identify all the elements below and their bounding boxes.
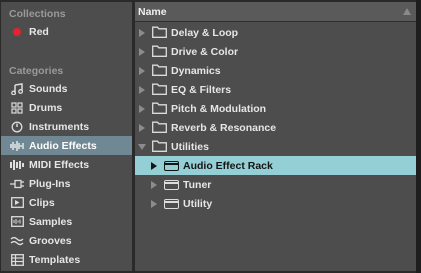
samples-icon	[7, 212, 27, 231]
folder-row-delay-loop[interactable]: Delay & Loop	[135, 23, 416, 42]
device-label: Tuner	[183, 178, 212, 191]
folder-icon	[152, 45, 167, 57]
expand-arrow-icon[interactable]	[151, 199, 157, 208]
folder-icon	[152, 102, 167, 114]
category-item-label: Sounds	[29, 82, 68, 95]
grooves-icon	[7, 231, 27, 250]
expand-arrow-icon[interactable]	[139, 47, 145, 56]
folder-icon	[152, 64, 167, 76]
category-item-label: Drums	[29, 101, 63, 114]
folder-icon	[152, 26, 167, 38]
folder-label: Reverb & Resonance	[171, 121, 277, 134]
category-item-label: Samples	[29, 215, 73, 228]
categories-header: Categories	[9, 65, 64, 77]
category-item-plug-ins[interactable]: Plug-Ins	[1, 174, 132, 193]
category-item-clips[interactable]: Clips	[1, 193, 132, 212]
category-item-label: Plug-Ins	[29, 177, 71, 190]
device-row-utility[interactable]: Utility	[135, 194, 416, 213]
collection-item-label: Red	[29, 25, 49, 38]
device-label: Audio Effect Rack	[183, 159, 273, 172]
category-item-label: MIDI Effects	[29, 158, 90, 171]
device-row-tuner[interactable]: Tuner	[135, 175, 416, 194]
sort-ascending-icon	[403, 8, 411, 15]
category-item-samples[interactable]: Samples	[1, 212, 132, 231]
name-column-header[interactable]: Name	[135, 2, 416, 22]
audio-effects-icon	[7, 136, 27, 155]
category-item-midi-effects[interactable]: MIDI Effects	[1, 155, 132, 174]
rack-device-icon	[164, 161, 179, 171]
folder-row-dynamics[interactable]: Dynamics	[135, 61, 416, 80]
folder-label: Pitch & Modulation	[171, 102, 267, 115]
folder-icon	[152, 83, 167, 95]
browser-window: Collections Red Categories Sounds Drums …	[0, 0, 421, 273]
folder-label: Delay & Loop	[171, 26, 239, 39]
drums-icon	[7, 98, 27, 117]
folder-row-reverb-resonance[interactable]: Reverb & Resonance	[135, 118, 416, 137]
device-row-audio-effect-rack[interactable]: Audio Effect Rack	[135, 156, 416, 175]
category-item-label: Clips	[29, 196, 55, 209]
browser-content-pane: Name Delay & Loop Drive & Color Dynamics…	[135, 2, 416, 271]
category-item-label: Templates	[29, 253, 81, 266]
templates-icon	[7, 250, 27, 269]
device-label: Utility	[183, 197, 213, 210]
category-item-sounds[interactable]: Sounds	[1, 79, 132, 98]
red-color-dot-icon	[7, 22, 27, 41]
collection-item-red[interactable]: Red	[1, 22, 132, 41]
plug-ins-icon	[7, 174, 27, 193]
folder-label: Utilities	[171, 140, 209, 153]
column-header-label: Name	[138, 5, 167, 18]
folder-row-utilities[interactable]: Utilities	[135, 137, 416, 156]
category-item-drums[interactable]: Drums	[1, 98, 132, 117]
folder-row-drive-color[interactable]: Drive & Color	[135, 42, 416, 61]
browser-sidebar: Collections Red Categories Sounds Drums …	[1, 2, 132, 271]
device-icon	[164, 180, 179, 190]
category-item-label: Instruments	[29, 120, 90, 133]
category-item-instruments[interactable]: Instruments	[1, 117, 132, 136]
expand-arrow-icon[interactable]	[139, 66, 145, 75]
category-item-templates[interactable]: Templates	[1, 250, 132, 269]
folder-label: EQ & Filters	[171, 83, 232, 96]
expand-arrow-icon[interactable]	[151, 161, 157, 170]
category-item-audio-effects[interactable]: Audio Effects	[1, 136, 132, 155]
folder-row-pitch-modulation[interactable]: Pitch & Modulation	[135, 99, 416, 118]
expand-arrow-icon[interactable]	[139, 104, 145, 113]
device-icon	[164, 199, 179, 209]
folder-label: Dynamics	[171, 64, 221, 77]
collections-header: Collections	[9, 8, 66, 20]
folder-icon	[152, 121, 167, 133]
midi-effects-icon	[7, 155, 27, 174]
window-frame-edge	[416, 0, 421, 273]
instruments-icon	[7, 117, 27, 136]
expand-arrow-icon[interactable]	[139, 28, 145, 37]
expand-arrow-icon[interactable]	[139, 85, 145, 94]
expand-arrow-icon[interactable]	[139, 123, 145, 132]
folder-icon	[152, 140, 167, 152]
collapse-arrow-icon[interactable]	[138, 143, 146, 150]
category-item-grooves[interactable]: Grooves	[1, 231, 132, 250]
sounds-icon	[7, 79, 27, 98]
folder-row-eq-filters[interactable]: EQ & Filters	[135, 80, 416, 99]
category-item-label: Audio Effects	[29, 139, 97, 152]
category-item-label: Grooves	[29, 234, 72, 247]
folder-label: Drive & Color	[171, 45, 239, 58]
clips-icon	[7, 193, 27, 212]
expand-arrow-icon[interactable]	[151, 180, 157, 189]
